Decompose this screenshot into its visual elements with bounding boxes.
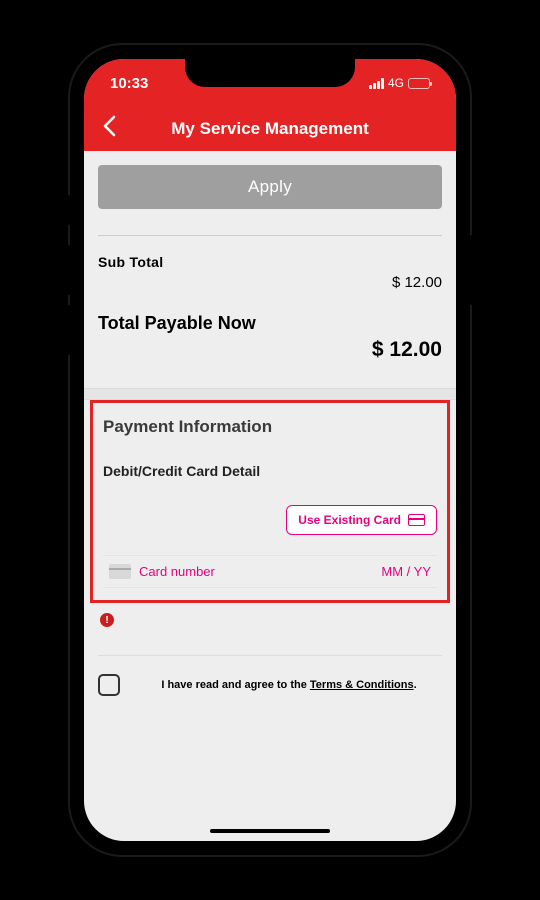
terms-checkbox[interactable]: [98, 674, 120, 696]
status-indicators: 4G: [369, 76, 430, 90]
card-input-row: [103, 555, 437, 588]
card-icon: [408, 514, 425, 526]
content: Apply Sub Total $ 12.00 Total Payable No…: [84, 151, 456, 841]
card-expiry-field[interactable]: [371, 564, 431, 579]
mute-switch: [66, 195, 70, 225]
apply-button[interactable]: Apply: [98, 165, 442, 209]
total-label: Total Payable Now: [98, 313, 442, 334]
use-existing-card-button[interactable]: Use Existing Card: [286, 505, 437, 535]
subtotal-value: $ 12.00: [98, 274, 442, 291]
nav-bar: My Service Management: [84, 107, 456, 151]
error-icon: !: [100, 613, 114, 627]
back-icon[interactable]: [102, 115, 116, 143]
card-number-field[interactable]: [139, 564, 363, 579]
volume-down: [66, 305, 70, 355]
card-detail-label: Debit/Credit Card Detail: [103, 463, 437, 479]
subtotal-row: Sub Total $ 12.00: [98, 254, 442, 291]
signal-icon: [369, 78, 384, 89]
screen: 10:33 4G My Service Management Apply Su: [84, 59, 456, 841]
status-time: 10:33: [110, 75, 148, 92]
power-button: [470, 235, 474, 305]
card-icon: [109, 564, 131, 579]
divider: [98, 655, 442, 656]
home-indicator[interactable]: [210, 829, 330, 833]
total-row: Total Payable Now $ 12.00: [98, 313, 442, 362]
terms-row: I have read and agree to the Terms & Con…: [98, 674, 442, 696]
page-title: My Service Management: [84, 119, 456, 139]
notch: [185, 59, 355, 87]
total-value: $ 12.00: [98, 338, 442, 362]
payment-info-highlight: Payment Information Debit/Credit Card De…: [90, 400, 450, 603]
terms-link[interactable]: Terms & Conditions: [310, 679, 414, 691]
divider: [98, 235, 442, 236]
payment-info-title: Payment Information: [103, 417, 437, 437]
terms-text: I have read and agree to the Terms & Con…: [136, 677, 442, 694]
use-existing-card-label: Use Existing Card: [298, 513, 401, 527]
existing-card-row: Use Existing Card: [103, 505, 437, 535]
battery-icon: [408, 78, 430, 89]
subtotal-label: Sub Total: [98, 254, 442, 270]
phone-frame: 10:33 4G My Service Management Apply Su: [70, 45, 470, 855]
volume-up: [66, 245, 70, 295]
network-label: 4G: [388, 76, 404, 90]
section-separator: [84, 388, 456, 400]
